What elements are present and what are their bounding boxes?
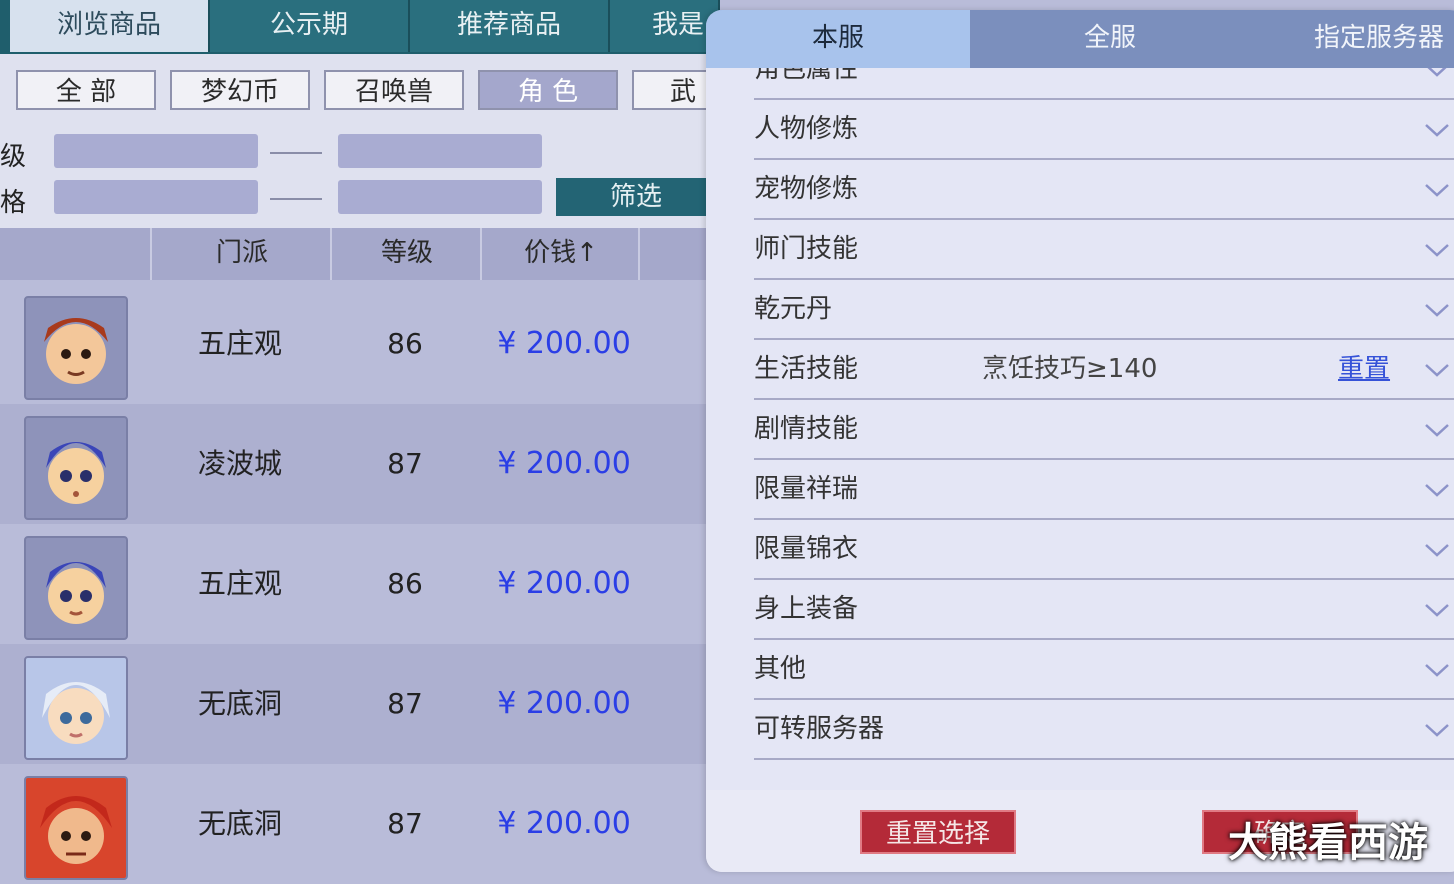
filter-option-list: 角色属性 人物修炼 宠物修炼 师门技能 乾元丹 生活技能 烹饪技巧≥140 重置… <box>706 68 1454 790</box>
filter-area: 级 格 筛选 <box>0 126 720 228</box>
row-level: 86 <box>387 327 423 360</box>
category-all-button[interactable]: 全 部 <box>16 70 156 110</box>
option-row[interactable]: 可转服务器 <box>754 700 1454 760</box>
row-level: 87 <box>387 807 423 840</box>
option-row[interactable]: 其他 <box>754 640 1454 700</box>
chevron-down-icon <box>1425 124 1449 137</box>
range-dash <box>270 152 322 154</box>
row-level: 87 <box>387 447 423 480</box>
level-min-input[interactable] <box>54 134 258 168</box>
option-row[interactable]: 限量祥瑞 <box>754 460 1454 520</box>
option-row[interactable]: 角色属性 <box>754 68 1454 100</box>
table-header: 门派 等级 价钱↑ <box>0 228 720 280</box>
character-portrait-icon <box>24 416 128 520</box>
tab-specified-server[interactable]: 指定服务器 <box>1250 10 1454 68</box>
option-label: 其他 <box>754 654 807 684</box>
category-currency-button[interactable]: 梦幻币 <box>170 70 310 110</box>
option-row[interactable]: 宠物修炼 <box>754 160 1454 220</box>
row-sect: 凌波城 <box>197 447 282 480</box>
chevron-down-icon <box>1425 604 1449 617</box>
option-label: 身上装备 <box>754 594 859 624</box>
column-header-level[interactable]: 等级 <box>330 228 482 280</box>
option-label: 乾元丹 <box>754 294 833 324</box>
option-label: 师门技能 <box>754 234 859 264</box>
chevron-down-icon <box>1425 184 1449 197</box>
advanced-filter-panel: 本服 全服 指定服务器 角色属性 人物修炼 宠物修炼 师门技能 乾元丹 生活技能… <box>706 10 1454 872</box>
chevron-down-icon <box>1425 664 1449 677</box>
option-label: 限量锦衣 <box>754 534 859 564</box>
character-portrait-icon <box>24 296 128 400</box>
filter-button[interactable]: 筛选 <box>556 178 716 216</box>
server-scope-tabs: 本服 全服 指定服务器 <box>706 10 1454 68</box>
level-label: 级 <box>0 142 27 172</box>
tab-this-server[interactable]: 本服 <box>706 10 970 68</box>
option-reset-link[interactable]: 重置 <box>1338 340 1390 398</box>
table-row[interactable]: 凌波城 87 ¥ 200.00 <box>0 404 720 524</box>
chevron-down-icon <box>1425 304 1449 317</box>
row-sect: 无底洞 <box>197 687 282 720</box>
range-dash <box>270 198 322 200</box>
column-header-price[interactable]: 价钱↑ <box>480 228 640 280</box>
option-row[interactable]: 限量锦衣 <box>754 520 1454 580</box>
chevron-down-icon <box>1427 68 1447 77</box>
reset-selection-button[interactable]: 重置选择 <box>860 810 1016 854</box>
option-row[interactable]: 身上装备 <box>754 580 1454 640</box>
option-label: 角色属性 <box>754 68 859 84</box>
category-bar: 全 部 梦幻币 召唤兽 角 色 武 <box>0 54 722 126</box>
column-header-sect[interactable]: 门派 <box>150 228 332 280</box>
price-max-input[interactable] <box>338 180 542 214</box>
top-tab-bar: 浏览商品 公示期 推荐商品 我是 <box>0 0 720 54</box>
character-portrait-icon <box>24 776 128 880</box>
tab-browse-goods[interactable]: 浏览商品 <box>10 0 210 52</box>
character-portrait-icon <box>24 656 128 760</box>
chevron-down-icon <box>1425 244 1449 257</box>
row-sect: 五庄观 <box>197 327 282 360</box>
row-price: ¥ 200.00 <box>497 446 631 481</box>
tab-recommended[interactable]: 推荐商品 <box>410 0 610 52</box>
chevron-down-icon <box>1425 724 1449 737</box>
level-max-input[interactable] <box>338 134 542 168</box>
option-label: 宠物修炼 <box>754 174 859 204</box>
option-label: 限量祥瑞 <box>754 474 859 504</box>
chevron-down-icon <box>1425 544 1449 557</box>
category-character-button[interactable]: 角 色 <box>478 70 618 110</box>
watermark-text: 大熊看西游 <box>1228 820 1428 866</box>
price-min-input[interactable] <box>54 180 258 214</box>
row-price: ¥ 200.00 <box>497 806 631 841</box>
option-label: 剧情技能 <box>754 414 859 444</box>
row-level: 87 <box>387 687 423 720</box>
chevron-down-icon <box>1425 424 1449 437</box>
chevron-down-icon <box>1425 484 1449 497</box>
table-row[interactable]: 五庄观 86 ¥ 200.00 <box>0 524 720 644</box>
option-row[interactable]: 乾元丹 <box>754 280 1454 340</box>
row-price: ¥ 200.00 <box>497 566 631 601</box>
option-row[interactable]: 师门技能 <box>754 220 1454 280</box>
option-selected-value: 烹饪技巧≥140 <box>982 354 1158 384</box>
price-label: 格 <box>0 188 27 218</box>
row-sect: 五庄观 <box>197 567 282 600</box>
option-label: 生活技能 <box>754 354 859 384</box>
row-price: ¥ 200.00 <box>497 686 631 721</box>
option-row[interactable]: 生活技能 烹饪技巧≥140 重置 <box>754 340 1454 400</box>
row-sect: 无底洞 <box>197 807 282 840</box>
option-label: 可转服务器 <box>754 714 885 744</box>
option-row[interactable]: 人物修炼 <box>754 100 1454 160</box>
option-label: 人物修炼 <box>754 114 859 144</box>
table-row[interactable]: 无底洞 87 ¥ 200.00 <box>0 764 720 884</box>
category-summon-beast-button[interactable]: 召唤兽 <box>324 70 464 110</box>
row-level: 86 <box>387 567 423 600</box>
tab-all-servers[interactable]: 全服 <box>970 10 1250 68</box>
tab-public-period[interactable]: 公示期 <box>210 0 410 52</box>
table-row[interactable]: 五庄观 86 ¥ 200.00 <box>0 284 720 404</box>
chevron-down-icon <box>1425 364 1449 377</box>
option-row[interactable]: 剧情技能 <box>754 400 1454 460</box>
character-portrait-icon <box>24 536 128 640</box>
row-price: ¥ 200.00 <box>497 326 631 361</box>
table-row[interactable]: 无底洞 87 ¥ 200.00 <box>0 644 720 764</box>
tab-i-am[interactable]: 我是 <box>610 0 720 52</box>
